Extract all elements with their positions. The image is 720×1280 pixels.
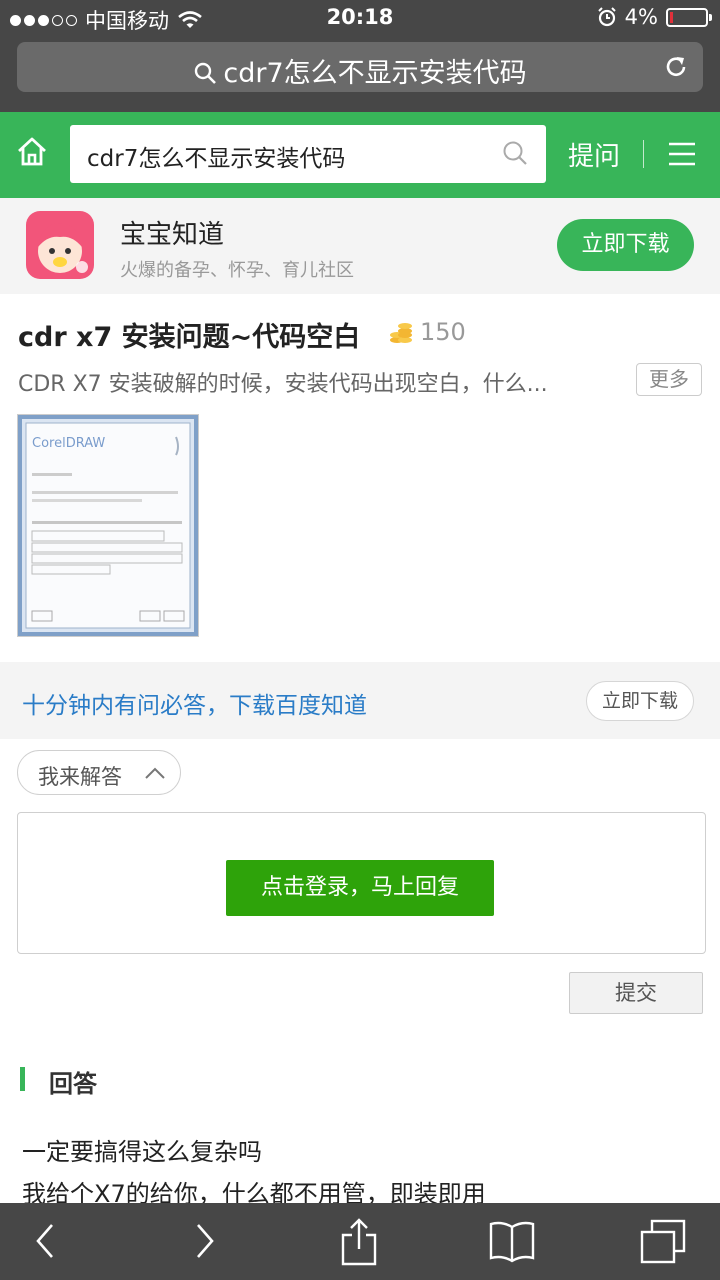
- question-description: CDR X7 安装破解的时候，安装代码出现空白，什么...: [18, 372, 548, 397]
- answer-textarea[interactable]: 点击登录，马上回复: [17, 812, 706, 954]
- alarm-icon: [597, 7, 616, 27]
- app-logo-icon: [26, 211, 94, 279]
- submit-button[interactable]: 提交: [569, 972, 703, 1014]
- battery-icon: [666, 7, 712, 27]
- forward-icon[interactable]: [190, 1219, 220, 1263]
- search-icon[interactable]: [502, 140, 528, 166]
- question-title: cdr x7 安装问题~代码空白: [18, 322, 361, 353]
- coin-icon: [390, 323, 412, 343]
- answer-toggle-label: 我来解答: [38, 765, 122, 789]
- browser-top-bar: 中国移动 20:18 4% cdr7怎么不显示安装代码: [0, 0, 720, 112]
- more-button[interactable]: 更多: [636, 363, 702, 396]
- menu-icon[interactable]: [668, 142, 696, 166]
- app-promo-banner[interactable]: 宝宝知道 火爆的备孕、怀孕、育儿社区 立即下载: [0, 198, 720, 294]
- answer-toggle-button[interactable]: 我来解答: [17, 750, 181, 795]
- app-description: 火爆的备孕、怀孕、育儿社区: [120, 260, 354, 281]
- answers-heading-text: 回答: [49, 1070, 97, 1098]
- status-bar: 中国移动 20:18 4%: [0, 0, 720, 36]
- promo-link[interactable]: 十分钟内有问必答，下载百度知道: [22, 686, 367, 720]
- image-window-title: CorelDRAW: [32, 436, 105, 451]
- address-text: cdr7怎么不显示安装代码: [223, 58, 527, 89]
- search-input-value: cdr7怎么不显示安装代码: [87, 146, 346, 172]
- divider: [643, 140, 644, 168]
- bookmarks-icon[interactable]: [488, 1219, 536, 1263]
- tabs-icon[interactable]: [638, 1219, 688, 1265]
- reload-icon[interactable]: [663, 54, 689, 80]
- back-icon[interactable]: [30, 1219, 60, 1263]
- reward-points: 150: [420, 318, 466, 346]
- ask-button[interactable]: 提问: [568, 136, 620, 173]
- question-screenshot-thumbnail[interactable]: CorelDRAW: [17, 414, 199, 637]
- search-input[interactable]: cdr7怎么不显示安装代码: [70, 125, 546, 183]
- app-download-button[interactable]: 立即下载: [557, 219, 694, 271]
- search-icon: [195, 62, 217, 84]
- chevron-up-icon: [145, 767, 165, 779]
- app-download-promo: 十分钟内有问必答，下载百度知道 立即下载: [0, 662, 720, 739]
- login-to-reply-button[interactable]: 点击登录，马上回复: [226, 860, 494, 916]
- heading-accent-bar: [20, 1067, 25, 1091]
- home-icon[interactable]: [16, 136, 48, 168]
- browser-bottom-toolbar: [0, 1203, 720, 1280]
- share-icon[interactable]: [340, 1217, 378, 1267]
- site-header: cdr7怎么不显示安装代码 提问: [0, 112, 720, 198]
- answer-text-line: 一定要搞得这么复杂吗: [22, 1138, 262, 1166]
- address-bar[interactable]: cdr7怎么不显示安装代码: [17, 42, 703, 92]
- battery-percent: 4%: [624, 5, 658, 29]
- app-name: 宝宝知道: [120, 220, 225, 250]
- promo-download-button[interactable]: 立即下载: [586, 681, 694, 721]
